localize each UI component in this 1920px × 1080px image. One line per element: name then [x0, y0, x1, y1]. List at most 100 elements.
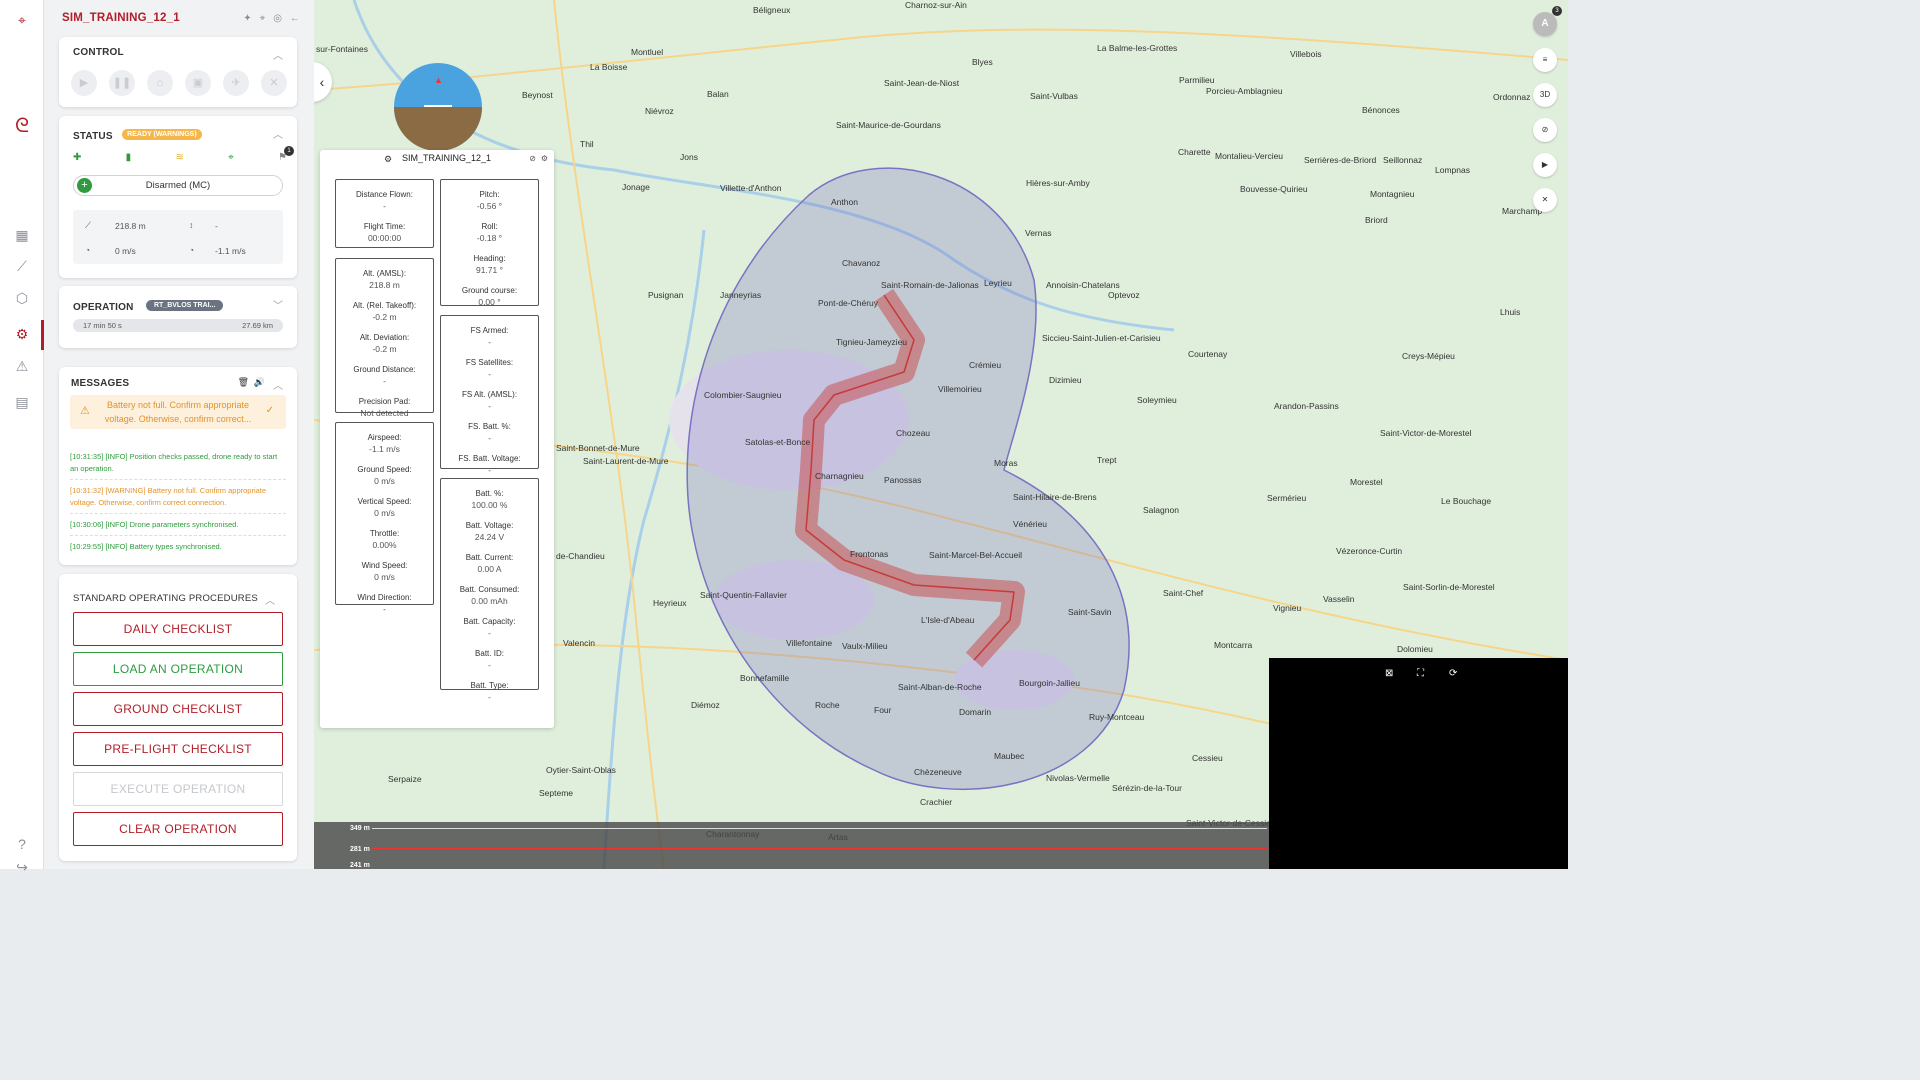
home-button[interactable]: ⌂ [147, 70, 173, 96]
location-icon[interactable]: ⌖ [260, 13, 266, 24]
help-icon[interactable]: ? [12, 834, 32, 854]
town-label: Oytier-Saint-Oblas [546, 765, 616, 775]
battery-icon[interactable]: ▮ [126, 152, 132, 163]
no-fly-icon[interactable]: ⊘ [1533, 118, 1557, 142]
back-arrow-icon[interactable]: ← [290, 13, 300, 24]
chevron-up-icon[interactable]: ︿ [273, 377, 283, 392]
town-label: Bénonces [1362, 105, 1400, 115]
check-icon[interactable]: ✓ [266, 404, 274, 418]
field-label: FS Satellites: [465, 358, 514, 367]
notification-count: 1 [284, 146, 294, 156]
ground-checklist-button[interactable]: GROUND CHECKLIST [73, 692, 283, 726]
avatar-initial: A [1541, 18, 1549, 29]
operation-badge[interactable]: RT_BVLOS TRAI... [145, 300, 224, 312]
cube-icon[interactable]: ⬡ [12, 288, 32, 308]
field-label: FS Alt. (AMSL): [461, 390, 518, 399]
drone-side-panel: SIM_TRAINING_12_1 ✦ ⌖ ◎ ← CONTROL ︿ ▶ ❚❚… [44, 0, 314, 869]
town-label: Anthon [831, 197, 858, 207]
town-label: Sérézin-de-la-Tour [1112, 783, 1182, 793]
town-label: Frontonas [850, 549, 889, 559]
drone-off-icon[interactable]: ✕ [1533, 188, 1557, 212]
logout-icon[interactable]: ↪ [12, 857, 32, 877]
arm-toggle[interactable]: + Disarmed (MC) [73, 175, 283, 196]
town-label: Béligneux [753, 5, 791, 15]
town-label: Chozeau [896, 428, 931, 438]
signal-icon[interactable]: ≋ [175, 152, 183, 163]
town-label: Maubec [994, 751, 1025, 761]
trash-icon[interactable]: 🗑 [238, 377, 249, 388]
view-3d-button[interactable]: 3D [1533, 83, 1557, 107]
town-label: Crémieu [969, 360, 1002, 370]
document-icon[interactable]: ▤ [12, 392, 32, 412]
execute-operation-button[interactable]: EXECUTE OPERATION [73, 772, 283, 806]
drone-icon[interactable]: ⚙ [12, 324, 32, 344]
load-operation-button[interactable]: LOAD AN OPERATION [73, 652, 283, 686]
log-entry: [10:31:32] [WARNING] Battery not full. C… [70, 485, 286, 514]
town-label: Saint-Romain-de-Jalionas [881, 280, 979, 290]
field-value: - [383, 376, 386, 386]
hide-icon[interactable]: ⊘ [529, 154, 536, 163]
daily-checklist-button[interactable]: DAILY CHECKLIST [73, 612, 283, 646]
town-label: Crachier [920, 797, 953, 807]
takeoff-button[interactable]: ✈ [223, 70, 249, 96]
health-icon[interactable]: ✚ [73, 152, 81, 163]
field-label: Ground Speed: [357, 465, 412, 474]
abort-button[interactable]: ✕ [261, 70, 287, 96]
town-label: Saint-Bonnet-de-Mure [556, 443, 640, 453]
field-value: 0 m/s [374, 508, 395, 518]
chevron-down-icon[interactable]: ﹀ [273, 297, 283, 312]
town-label: Chèzeneuve [914, 767, 962, 777]
sop-card: STANDARD OPERATING PROCEDURES ︿ DAILY CH… [59, 574, 297, 861]
video-off-icon[interactable]: ▶ [1533, 153, 1557, 177]
town-label: Trept [1097, 455, 1117, 465]
town-label: Saint-Savin [1068, 607, 1112, 617]
field-label: Batt. ID: [475, 649, 504, 658]
pin-icon[interactable]: ✦ [243, 13, 251, 24]
camera-off-icon[interactable]: ⊠ [1385, 668, 1393, 679]
app-logo-icon: ᘓ [14, 115, 30, 137]
layers-icon[interactable]: ≡ [1533, 48, 1557, 72]
chevron-up-icon[interactable]: ︿ [265, 592, 275, 607]
log-entry: [10:31:35] [INFO] Position checks passed… [70, 451, 286, 480]
town-label: Saint-Jean-de-Niost [884, 78, 960, 88]
chevron-up-icon[interactable]: ︿ [273, 47, 283, 62]
target-icon[interactable]: ◎ [273, 13, 282, 24]
town-label: Pont-de-Chéruy [818, 298, 879, 308]
drone-details-card: ⚙ SIM_TRAINING_12_1 ⊘ ⚙ Distance Flown: -… [320, 150, 554, 728]
pause-button[interactable]: ❚❚ [109, 70, 135, 96]
location-pin-icon[interactable]: ⌖ [12, 10, 32, 30]
elevation-label: 281 m [350, 846, 370, 853]
field-value: -0.2 m [372, 344, 397, 354]
fullscreen-icon[interactable]: ⛶ [1417, 668, 1424, 679]
field-value: - [488, 465, 491, 475]
settings-icon[interactable]: ⚙ [541, 154, 548, 163]
town-label: Soleymieu [1137, 395, 1177, 405]
land-button[interactable]: ▣ [185, 70, 211, 96]
town-label: Saint-Vulbas [1030, 91, 1078, 101]
user-avatar[interactable]: A [1533, 12, 1557, 36]
dashboard-icon[interactable]: ▦ [12, 225, 32, 245]
nav-rail: ⌖ ᘓ ▦ ⟋ ⬡ ⚙ ⚠ ▤ ? ↪ [0, 0, 44, 875]
field-value: Not detected [360, 408, 409, 418]
video-feed[interactable]: ⊠ ⛶ ⟳ [1269, 658, 1568, 869]
field-value: 0 m/s [374, 572, 395, 582]
warning-icon[interactable]: ⚠ [12, 356, 32, 376]
gps-icon[interactable]: ⌖ [228, 152, 234, 163]
town-label: Dolomieu [1397, 644, 1433, 654]
town-label: Nivolas-Vermelle [1046, 773, 1110, 783]
notification-icon[interactable]: ⚑ 1 [278, 146, 294, 163]
field-value: - [488, 692, 491, 702]
speaker-icon[interactable]: 🔊 [254, 377, 265, 388]
town-label: Domarin [959, 707, 992, 717]
town-label: Roche [815, 700, 840, 710]
town-label: Blyes [972, 57, 993, 67]
field-label: Ground Distance: [353, 365, 416, 374]
preflight-checklist-button[interactable]: PRE-FLIGHT CHECKLIST [73, 732, 283, 766]
analytics-icon[interactable]: ⟋ [12, 256, 32, 276]
field-label: Batt. Capacity: [463, 617, 516, 626]
play-button[interactable]: ▶ [71, 70, 97, 96]
clear-operation-button[interactable]: CLEAR OPERATION [73, 812, 283, 846]
refresh-icon[interactable]: ⟳ [1449, 668, 1457, 679]
chevron-up-icon[interactable]: ︿ [273, 126, 283, 141]
speed-icon: ◔ [85, 245, 91, 255]
